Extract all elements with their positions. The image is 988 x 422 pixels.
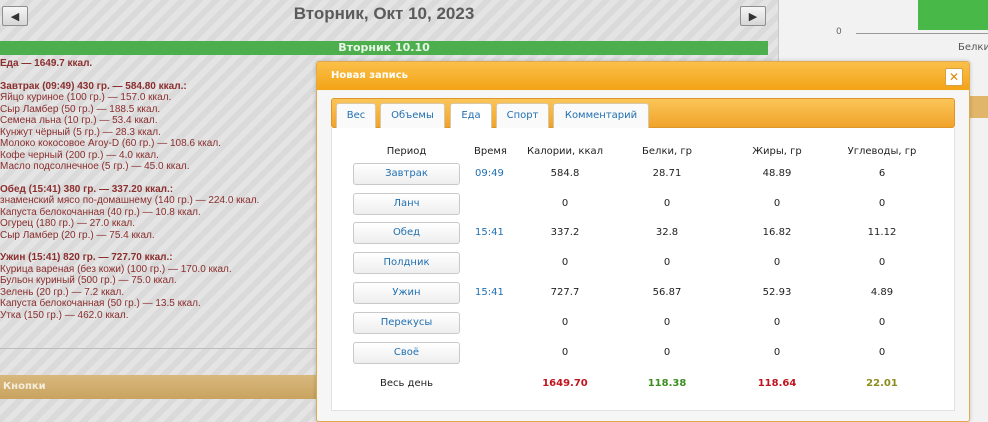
time-link[interactable]: 09:49 <box>475 168 504 179</box>
log-food-item: Яйцо куриное (100 гр.) — 157.0 ккал. <box>0 92 172 103</box>
log-food-item: Масло подсолнечное (5 гр.) — 45.0 ккал. <box>0 161 190 172</box>
log-food-item: Молоко кокосовое Aroy-D (60 гр.) — 108.6… <box>0 138 221 149</box>
tab-food[interactable]: Еда <box>450 103 492 129</box>
cell-kcal: 0 <box>561 198 569 209</box>
cell-carbs: 0 <box>878 198 886 209</box>
col-kcal: Калории, ккал <box>526 146 604 157</box>
time-link[interactable]: 15:41 <box>475 227 504 238</box>
cell-protein: 56.87 <box>652 287 682 298</box>
cell-kcal: 0 <box>561 317 569 328</box>
tab-sport[interactable]: Спорт <box>496 103 549 128</box>
cell-carbs: 6 <box>878 168 886 179</box>
food-log: Еда — 1649.7 ккал. Завтрак (09:49) 430 гр… <box>0 58 310 321</box>
period-button[interactable]: Ужин <box>353 282 460 304</box>
log-food-item: Бульон куриный (500 гр.) — 75.0 ккал. <box>0 275 177 286</box>
period-button[interactable]: Полдник <box>353 252 460 274</box>
cell-carbs: 0 <box>878 257 886 268</box>
close-x-icon: ✕ <box>948 70 960 84</box>
tab-weight[interactable]: Вес <box>336 103 376 128</box>
period-button[interactable]: Своё <box>353 342 460 364</box>
col-protein: Белки, гр <box>642 146 692 157</box>
cell-kcal: 727.7 <box>550 287 580 298</box>
cell-carbs: 0 <box>878 347 886 358</box>
col-period: Период <box>386 146 427 157</box>
next-day-button[interactable]: ▶ <box>740 6 766 26</box>
col-carbs: Углеводы, гр <box>847 146 917 157</box>
cell-carbs: 11.12 <box>867 227 897 238</box>
log-food-item: Кунжут чёрный (5 гр.) — 28.3 ккал. <box>0 126 161 138</box>
cell-fat: 0 <box>773 198 781 209</box>
log-food-item: Кофе черный (200 гр.) — 4.0 ккал. <box>0 149 159 161</box>
log-food-item: Капуста белокочанная (50 гр.) — 13.5 кка… <box>0 298 201 309</box>
cell-fat: 0 <box>773 347 781 358</box>
log-gap <box>0 173 310 184</box>
protein-chart-bar <box>918 0 988 30</box>
log-meal-heading: Обед (15:41) 380 гр. — 337.20 ккал.: <box>0 183 174 195</box>
log-food-item: Курица вареная (без кожи) (100 гр.) — 17… <box>0 263 232 275</box>
close-button[interactable]: ✕ <box>945 68 963 86</box>
total-label: Весь день <box>379 378 434 389</box>
new-entry-dialog: Новая запись ✕ Вес Объемы Еда Спорт Комм… <box>316 61 970 422</box>
total-kcal: 1649.70 <box>542 378 588 389</box>
cell-protein: 0 <box>663 347 671 358</box>
cell-protein: 0 <box>663 257 671 268</box>
period-button[interactable]: Перекусы <box>353 312 460 334</box>
buttons-section-header[interactable]: Кнопки <box>0 375 316 399</box>
log-meal-heading: Ужин (15:41) 820 гр. — 727.70 ккал.: <box>0 252 173 263</box>
period-button[interactable]: Ланч <box>353 193 460 215</box>
total-fat: 118.64 <box>757 378 797 389</box>
period-button[interactable]: Завтрак <box>353 163 460 185</box>
col-fat: Жиры, гр <box>752 146 802 157</box>
log-food-item: Утка (150 гр.) — 462.0 ккал. <box>0 309 129 321</box>
cell-fat: 0 <box>773 257 781 268</box>
log-food-item: Огурец (180 гр.) — 27.0 ккал. <box>0 218 135 229</box>
log-food-item: Семена льна (10 гр.) — 53.4 ккал. <box>0 115 158 126</box>
dialog-titlebar[interactable]: Новая запись ✕ <box>317 62 969 90</box>
log-food-item: знаменский мясо по-домашнему (140 гр.) —… <box>0 195 260 206</box>
log-meal-heading: Завтрак (09:49) 430 гр. — 584.80 ккал.: <box>0 80 187 92</box>
tab-strip: Вес Объемы Еда Спорт Комментарий <box>331 98 955 129</box>
date-title: Вторник, Окт 10, 2023 <box>293 4 475 23</box>
cell-fat: 16.82 <box>762 227 792 238</box>
time-link[interactable]: 15:41 <box>475 287 504 298</box>
chart-protein-label: Белки <box>958 42 988 53</box>
cell-protein: 0 <box>663 317 671 328</box>
section-divider <box>0 348 316 349</box>
cell-kcal: 337.2 <box>550 227 580 238</box>
tab-volumes[interactable]: Объемы <box>380 103 445 128</box>
cell-fat: 48.89 <box>762 168 792 179</box>
cell-carbs: 4.89 <box>870 287 894 298</box>
triangle-right-icon: ▶ <box>748 9 758 23</box>
log-gap <box>0 241 310 252</box>
total-carbs: 22.01 <box>866 378 898 389</box>
cell-kcal: 0 <box>561 347 569 358</box>
log-food-item: Зелень (20 гр.) — 7.2 ккал. <box>0 286 125 298</box>
cell-protein: 32.8 <box>655 227 679 238</box>
cell-carbs: 0 <box>878 317 886 328</box>
log-food-item: Сыр Ламбер (20 гр.) — 75.4 ккал. <box>0 229 155 241</box>
day-bar: Вторник 10.10 <box>0 41 768 55</box>
chart-axis <box>856 33 988 34</box>
cell-kcal: 584.8 <box>550 168 580 179</box>
total-protein: 118.38 <box>647 378 687 389</box>
cell-fat: 0 <box>773 317 781 328</box>
right-section-header <box>968 96 988 118</box>
log-meal-heading: Еда — 1649.7 ккал. <box>0 58 93 69</box>
dialog-title: Новая запись <box>331 70 408 81</box>
period-button[interactable]: Обед <box>353 222 460 244</box>
cell-protein: 0 <box>663 198 671 209</box>
cell-fat: 52.93 <box>762 287 792 298</box>
log-gap <box>0 70 310 81</box>
log-food-item: Сыр Ламбер (50 гр.) — 188.5 ккал. <box>0 103 161 115</box>
log-food-item: Капуста белокочанная (40 гр.) — 10.8 кка… <box>0 206 201 218</box>
cell-kcal: 0 <box>561 257 569 268</box>
chart-zero-label: 0 <box>836 27 842 37</box>
tab-comment[interactable]: Комментарий <box>553 103 649 128</box>
cell-protein: 28.71 <box>652 168 682 179</box>
col-time: Время <box>474 146 507 157</box>
